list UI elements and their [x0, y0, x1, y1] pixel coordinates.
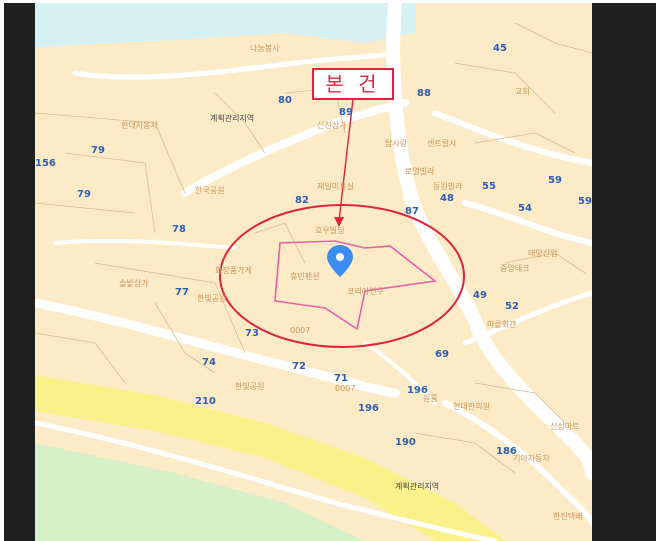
poi-label: 한진택배 [553, 512, 583, 521]
left-border [4, 3, 35, 541]
parcel-number: 55 [482, 181, 496, 192]
poi-label: 호우빌딩 [315, 226, 345, 235]
poi-label: 코리아연구 [347, 287, 384, 296]
parcel-number: 156 [35, 158, 56, 169]
parcel-number: 74 [202, 357, 216, 368]
poi-label: 현대한의원 [453, 402, 490, 411]
poi-label: 동원빌라 [433, 182, 463, 191]
poi-label: 0007 [335, 384, 356, 393]
poi-label: 휴민펜션 [290, 272, 320, 281]
poi-label: 신진상가 [317, 121, 347, 130]
parcel-number: 72 [292, 361, 306, 372]
parcel-number: 89 [339, 107, 353, 118]
parcel-number: 87 [405, 206, 419, 217]
parcel-number: 79 [77, 189, 91, 200]
poi-label: 한빛공원 [235, 382, 265, 391]
poi-label: 원룸 [423, 394, 438, 403]
poi-label: 0007 [290, 326, 311, 335]
callout-label: 본 건 [312, 68, 394, 100]
right-border [592, 3, 656, 541]
parcel-number: 69 [435, 349, 449, 360]
poi-label: 기아자동차 [513, 454, 550, 463]
parcel-number: 59 [578, 196, 592, 207]
parcel-number: 49 [473, 290, 487, 301]
poi-label: 한빛공원 [197, 294, 227, 303]
poi-label: 솔밭상가 [119, 279, 149, 288]
parcel-number: 88 [417, 88, 431, 99]
poi-label: 나눔봉사 [250, 44, 280, 53]
poi-label: 제일미용실 [317, 182, 354, 191]
parcel-number: 54 [518, 203, 532, 214]
parcel-number: 79 [91, 145, 105, 156]
water-area [35, 3, 415, 47]
parcel-number: 45 [493, 43, 507, 54]
zone-label: 계획관리지역 [210, 114, 255, 123]
parcel-outline [274, 240, 437, 331]
parcel-number: 196 [358, 403, 379, 414]
road-lane-1 [53, 238, 237, 250]
zone-label: 계획관리지역 [395, 482, 440, 491]
poi-label: 마을회관 [487, 320, 517, 329]
location-pin-icon [327, 245, 353, 277]
parcel-number: 71 [334, 373, 348, 384]
poi-label: 로열빌라 [405, 167, 435, 176]
parcel-number: 190 [395, 437, 416, 448]
poi-label: 신성마트 [550, 422, 580, 431]
poi-label: 센트럴사 [427, 139, 457, 148]
poi-label: 교회 [515, 87, 530, 96]
parcel-number: 52 [505, 301, 519, 312]
parcel-number: 210 [195, 396, 216, 407]
poi-label: 한국공원 [195, 186, 225, 195]
poi-label: 현대자동차 [121, 121, 158, 130]
map-screenshot: 본 건 계획관리지역 계획관리지역 45 88 80 89 156 79 79 … [0, 0, 660, 541]
poi-label: 중앙테크 [500, 264, 530, 273]
poi-label: 탑사랑 [385, 139, 408, 148]
map-canvas[interactable]: 본 건 계획관리지역 계획관리지역 45 88 80 89 156 79 79 … [35, 3, 592, 541]
parcel-number: 82 [295, 195, 309, 206]
road-east-1 [432, 110, 592, 166]
parcel-number: 78 [172, 224, 186, 235]
parcel-number: 73 [245, 328, 259, 339]
parcel-number: 59 [548, 175, 562, 186]
parcel-number: 48 [440, 193, 454, 204]
parcel-number: 77 [175, 287, 189, 298]
poi-label: 태양산업 [528, 249, 558, 258]
poi-label: 화장품가게 [215, 266, 252, 275]
parcel-number: 80 [278, 95, 292, 106]
